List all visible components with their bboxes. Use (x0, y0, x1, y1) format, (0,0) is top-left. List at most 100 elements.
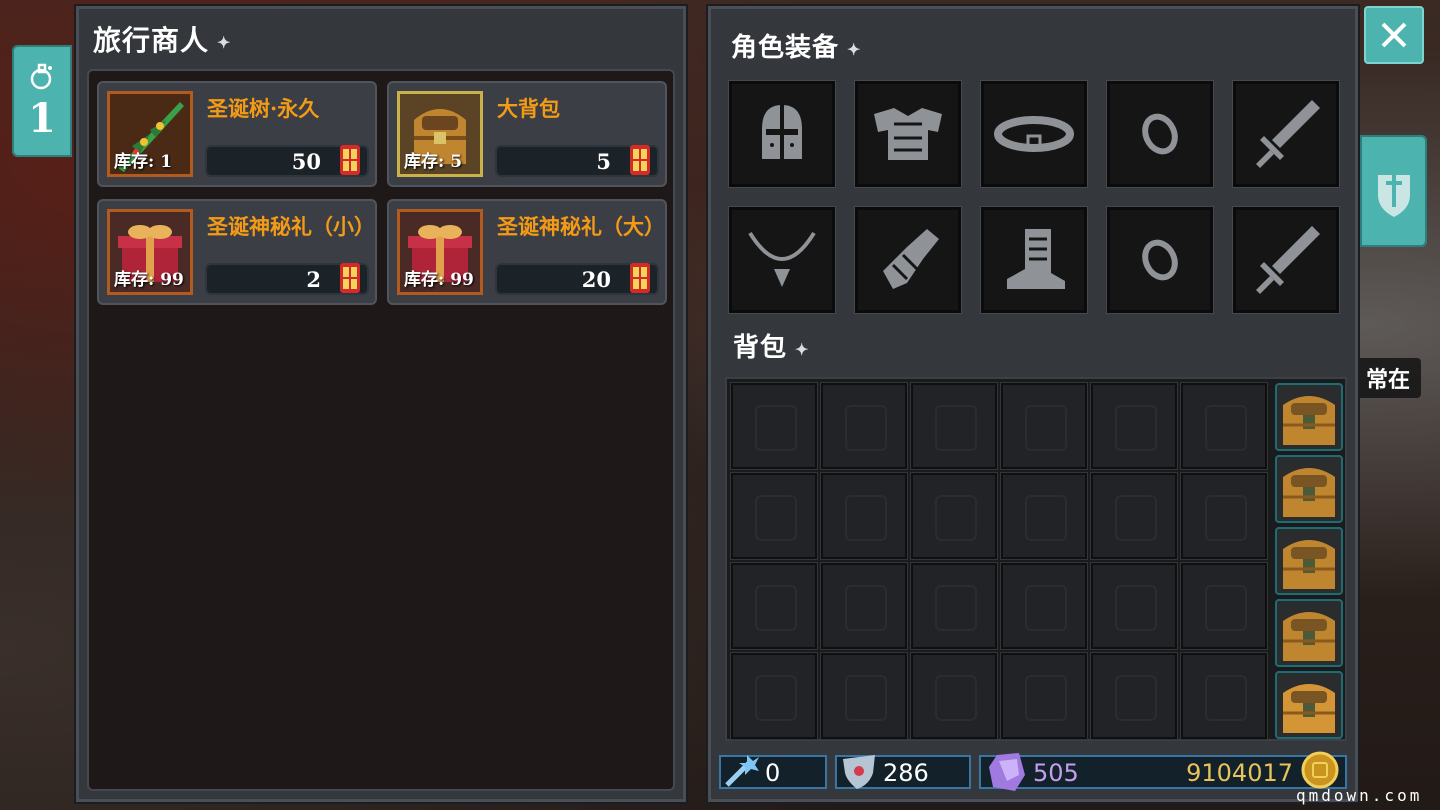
bag-slot[interactable] (1181, 383, 1267, 469)
gift-ticket-icon (340, 145, 360, 175)
equipment-panel: 角色装备 ✦ 背包 ✦ 0 286 505 9104017 (708, 6, 1358, 802)
backpack-slot[interactable] (1275, 455, 1343, 523)
bag-slot[interactable] (821, 563, 907, 649)
close-button[interactable] (1364, 6, 1424, 64)
merchant-item-list: 库存: 1 圣诞树·永久 50 库存: 5 大背包 5 库存: 99 圣诞神秘礼… (87, 69, 675, 791)
backpack-slot[interactable] (1275, 527, 1343, 595)
crystal-icon (989, 753, 1025, 791)
equip-slot-ring-2[interactable] (1107, 207, 1213, 313)
bag-slot[interactable] (821, 473, 907, 559)
ring-icon (1142, 113, 1178, 155)
item-name: 圣诞树·永久 (207, 96, 320, 121)
boots-icon (1007, 229, 1065, 289)
shield-token-icon (843, 755, 875, 789)
watermark: qmdown.com (1296, 786, 1423, 805)
necklace-icon (748, 231, 816, 287)
gift-box-icon: 库存: 99 (397, 209, 483, 295)
bag-slot[interactable] (1001, 563, 1087, 649)
equip-slot-gauntlet[interactable] (855, 207, 961, 313)
title-mark: ✦ (795, 339, 810, 359)
ring-icon (1142, 239, 1178, 281)
sword-icon (1256, 226, 1320, 294)
title-mark: ✦ (217, 33, 232, 52)
shop-item-gift-large[interactable]: 库存: 99 圣诞神秘礼（大） 20 (387, 199, 667, 305)
gauntlet-icon (883, 229, 939, 289)
price-bar: 50 (205, 145, 369, 177)
potion-icon (30, 63, 52, 89)
bag-slot[interactable] (1001, 383, 1087, 469)
bag-slot[interactable] (911, 383, 997, 469)
gift-ticket-icon (630, 145, 650, 175)
backpack-slot[interactable] (1275, 599, 1343, 667)
equip-slot-necklace[interactable] (729, 207, 835, 313)
crystal-gold-currency: 505 9104017 (979, 751, 1347, 791)
equip-slot-boots[interactable] (981, 207, 1087, 313)
crystal-count: 505 (1033, 759, 1079, 787)
shield-sword-icon (1377, 163, 1410, 217)
bag-slot[interactable] (731, 383, 817, 469)
equipment-title: 角色装备 ✦ (731, 27, 861, 64)
item-name: 圣诞神秘礼（大） (497, 214, 665, 239)
bag-slot[interactable] (911, 473, 997, 559)
bag-slot[interactable] (1091, 563, 1177, 649)
equipment-title-text: 角色装备 (731, 33, 840, 63)
bag-slot[interactable] (911, 563, 997, 649)
gold-coin-icon (1301, 751, 1339, 789)
potion-tab[interactable]: 1 (12, 45, 72, 157)
equip-slot-armor[interactable] (855, 81, 961, 187)
bag-title-text: 背包 (733, 333, 788, 363)
item-name: 大背包 (497, 96, 560, 121)
item-stock: 库存: 99 (114, 270, 184, 290)
merchant-panel: 旅行商人 ✦ 库存: 1 圣诞树·永久 50 库存: 5 大背包 5 库存: 9… (76, 6, 686, 802)
shop-item-big-backpack[interactable]: 库存: 5 大背包 5 (387, 81, 667, 187)
backpack-icon (1283, 540, 1335, 589)
gift-box-icon: 库存: 99 (107, 209, 193, 295)
price-bar: 2 (205, 263, 369, 295)
bag-slot[interactable] (1001, 473, 1087, 559)
bag-slot[interactable] (1181, 473, 1267, 559)
equip-slot-weapon-1[interactable] (1233, 81, 1339, 187)
gold-count: 9104017 (1186, 759, 1293, 787)
helmet-icon (762, 101, 802, 161)
equip-slot-weapon-2[interactable] (1233, 207, 1339, 313)
price-bar: 20 (495, 263, 659, 295)
bag-slot[interactable] (1091, 473, 1177, 559)
bag-slot[interactable] (1181, 563, 1267, 649)
bag-slot[interactable] (821, 653, 907, 739)
bag-slot[interactable] (911, 653, 997, 739)
equip-slot-belt[interactable] (981, 81, 1087, 187)
bag-slot[interactable] (821, 383, 907, 469)
item-stock: 库存: 1 (114, 152, 173, 172)
equip-slot-helmet[interactable] (729, 81, 835, 187)
bag-slot[interactable] (1181, 653, 1267, 739)
item-price: 20 (581, 267, 611, 292)
item-price: 2 (306, 267, 321, 292)
bag-slot[interactable] (731, 563, 817, 649)
bag-slot[interactable] (731, 473, 817, 559)
gift-ticket-icon (340, 263, 360, 293)
backpack-slot[interactable] (1275, 671, 1343, 739)
shop-item-gift-small[interactable]: 库存: 99 圣诞神秘礼（小） 2 (97, 199, 377, 305)
price-bar: 5 (495, 145, 659, 177)
merchant-title-text: 旅行商人 (93, 24, 210, 57)
equip-slot-ring-1[interactable] (1107, 81, 1213, 187)
big-backpack-icon: 库存: 5 (397, 91, 483, 177)
status-tag: 常在 (1355, 358, 1421, 398)
sword-icon (1256, 100, 1320, 168)
equipment-side-tab[interactable] (1360, 135, 1427, 247)
backpack-slot[interactable] (1275, 383, 1343, 451)
shop-item-christmas-tree[interactable]: 库存: 1 圣诞树·永久 50 (97, 81, 377, 187)
magic-wand-icon (725, 755, 759, 787)
bag-slot[interactable] (1091, 653, 1177, 739)
bag-slot[interactable] (1091, 383, 1177, 469)
backpack-icon (1283, 468, 1335, 517)
item-stock: 库存: 5 (404, 152, 463, 172)
bag-slot[interactable] (1001, 653, 1087, 739)
item-price: 50 (291, 149, 321, 174)
close-icon (1381, 22, 1407, 48)
bag-slot[interactable] (731, 653, 817, 739)
potion-count: 1 (28, 94, 56, 142)
christmas-tree-sword-icon: 库存: 1 (107, 91, 193, 177)
merchant-title: 旅行商人 ✦ (93, 19, 231, 59)
title-mark: ✦ (847, 39, 862, 59)
